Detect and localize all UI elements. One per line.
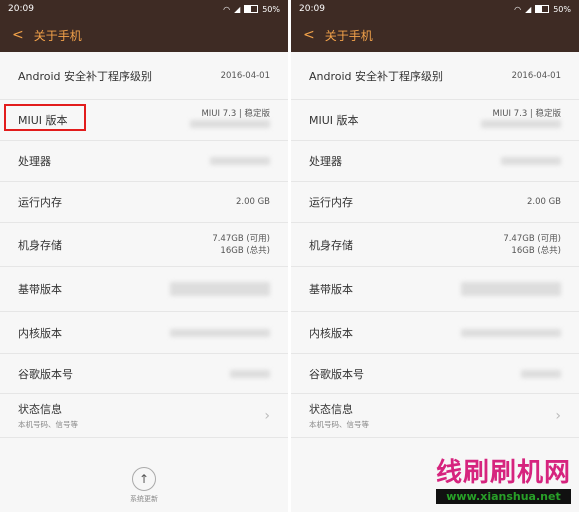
row-google-version[interactable]: 谷歌版本号 — [0, 354, 288, 394]
row-security-patch[interactable]: Android 安全补丁程序级别 2016-04-01 — [0, 52, 288, 100]
highlight-box — [4, 104, 86, 131]
row-value: 2016-04-01 — [511, 70, 561, 81]
blurred-value — [501, 157, 561, 165]
status-time: 20:09 — [299, 4, 325, 14]
blurred-value — [170, 328, 270, 337]
row-value: MIUI 7.3 | 稳定版 — [190, 108, 270, 132]
row-label: 机身存储 — [18, 238, 62, 252]
row-kernel[interactable]: 内核版本 — [0, 312, 288, 354]
row-status-info[interactable]: 状态信息 本机号码、信号等 › — [0, 394, 288, 438]
row-processor[interactable]: 处理器 — [0, 141, 288, 182]
back-chevron-icon[interactable]: < — [12, 27, 24, 43]
row-label: Android 安全补丁程序级别 — [309, 69, 444, 83]
chevron-right-icon: › — [555, 407, 561, 424]
row-status-info[interactable]: 状态信息 本机号码、信号等 › — [291, 394, 579, 438]
title-bar: < 关于手机 — [291, 18, 579, 52]
row-value: 2.00 GB — [526, 197, 561, 207]
status-time: 20:09 — [8, 4, 34, 14]
battery-percent: 50% — [553, 4, 571, 14]
back-chevron-icon[interactable]: < — [303, 27, 315, 43]
row-storage[interactable]: 机身存储 7.47GB (可用) 16GB (总共) — [0, 223, 288, 267]
row-miui-version[interactable]: MIUI 版本 MIUI 7.3 | 稳定版 — [291, 100, 579, 141]
status-bar: 20:09 ◠ ◢ 50% — [291, 0, 579, 18]
row-label: 谷歌版本号 — [18, 367, 73, 381]
battery-icon — [244, 5, 259, 13]
row-sublabel: 本机号码、信号等 — [309, 420, 369, 429]
blurred-value — [190, 120, 270, 128]
blurred-value — [461, 282, 561, 296]
row-label: Android 安全补丁程序级别 — [18, 69, 153, 83]
blurred-value — [230, 369, 270, 378]
row-value-line1: 7.47GB (可用) — [503, 233, 561, 244]
row-security-patch[interactable]: Android 安全补丁程序级别 2016-04-01 — [291, 52, 579, 100]
watermark-url: www.xianshua.net — [435, 489, 571, 504]
row-value: MIUI 7.3 | 稳定版 — [481, 108, 561, 132]
status-icons: ◠ ◢ 50% — [223, 5, 280, 14]
page-title: 关于手机 — [324, 28, 373, 43]
row-label-group: 状态信息 本机号码、信号等 — [18, 401, 78, 430]
row-label: 处理器 — [18, 155, 51, 168]
blurred-value — [521, 369, 561, 378]
blurred-value — [461, 328, 561, 337]
row-value-line2: 16GB (总共) — [220, 245, 270, 256]
row-google-version[interactable]: 谷歌版本号 — [291, 354, 579, 394]
row-baseband[interactable]: 基带版本 — [291, 267, 579, 312]
settings-list: Android 安全补丁程序级别 2016-04-01 MIUI 版本 MIUI… — [291, 52, 579, 438]
row-value-line2: 16GB (总共) — [511, 245, 561, 256]
row-sublabel: 本机号码、信号等 — [18, 420, 78, 429]
row-storage[interactable]: 机身存储 7.47GB (可用) 16GB (总共) — [291, 223, 579, 267]
wifi-icon: ◠ — [223, 4, 231, 14]
row-label: 运行内存 — [18, 196, 62, 209]
row-value: 2.00 GB — [235, 197, 270, 207]
blurred-value — [210, 157, 270, 165]
row-kernel[interactable]: 内核版本 — [291, 312, 579, 354]
row-baseband[interactable]: 基带版本 — [0, 267, 288, 312]
row-value: 7.47GB (可用) 16GB (总共) — [503, 233, 561, 257]
row-value: 2016-04-01 — [220, 70, 270, 81]
battery-percent: 50% — [262, 4, 280, 14]
phone-screenshot-right: 20:09 ◠ ◢ 50% < 关于手机 Android 安全补丁程序级别 20… — [291, 0, 579, 512]
row-label-group: 状态信息 本机号码、信号等 — [309, 401, 369, 430]
row-label: 机身存储 — [309, 238, 353, 252]
chevron-right-icon: › — [264, 407, 270, 424]
row-label: 基带版本 — [18, 283, 62, 296]
status-bar: 20:09 ◠ ◢ 50% — [0, 0, 288, 18]
row-value: 7.47GB (可用) 16GB (总共) — [212, 233, 270, 257]
row-label: 基带版本 — [309, 283, 353, 296]
title-bar: < 关于手机 — [0, 18, 288, 52]
row-label: 状态信息 — [18, 403, 62, 416]
phone-screenshot-left: 20:09 ◠ ◢ 50% < 关于手机 Android 安全补丁程序级别 20… — [0, 0, 288, 512]
update-label: 系统更新 — [130, 495, 158, 503]
row-ram[interactable]: 运行内存 2.00 GB — [291, 182, 579, 223]
row-ram[interactable]: 运行内存 2.00 GB — [0, 182, 288, 223]
watermark-title: 线刷刷机网 — [435, 458, 571, 488]
blurred-value — [481, 120, 561, 128]
row-processor[interactable]: 处理器 — [291, 141, 579, 182]
signal-icon: ◢ — [234, 4, 241, 14]
row-label: 谷歌版本号 — [309, 367, 364, 381]
watermark: 线刷刷机网 www.xianshua.net — [435, 452, 571, 504]
row-value-line1: MIUI 7.3 | 稳定版 — [201, 109, 270, 119]
row-label: 内核版本 — [18, 326, 62, 340]
blurred-value — [170, 282, 270, 296]
system-update[interactable]: ↑ 系统更新 — [0, 467, 288, 504]
row-value-line1: 7.47GB (可用) — [212, 233, 270, 244]
row-label: 处理器 — [309, 155, 342, 168]
row-label: 内核版本 — [309, 326, 353, 340]
battery-icon — [535, 5, 550, 13]
arrow-up-icon[interactable]: ↑ — [132, 467, 156, 491]
page-title: 关于手机 — [33, 28, 82, 43]
status-icons: ◠ ◢ 50% — [514, 5, 571, 14]
signal-icon: ◢ — [525, 4, 532, 14]
row-label: 运行内存 — [309, 196, 353, 209]
wifi-icon: ◠ — [514, 4, 522, 14]
row-value-line1: MIUI 7.3 | 稳定版 — [492, 109, 561, 119]
row-label: 状态信息 — [309, 403, 353, 416]
row-label: MIUI 版本 — [309, 114, 359, 127]
